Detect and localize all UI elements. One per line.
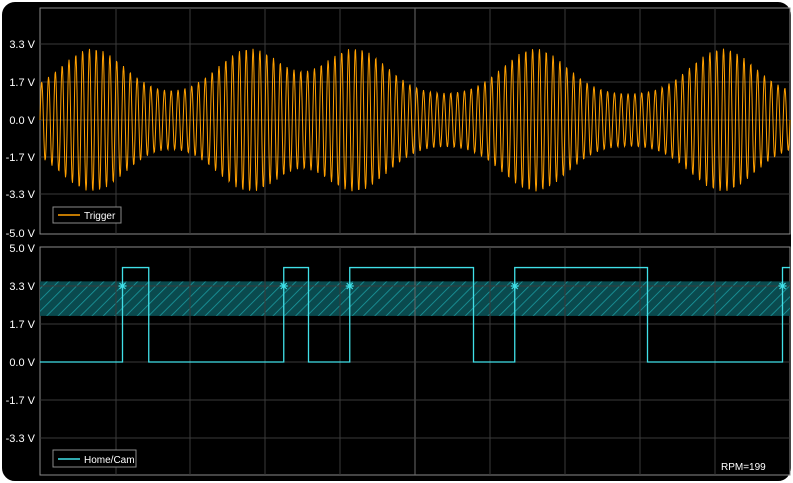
trigger-legend[interactable]: Trigger <box>52 206 122 224</box>
cam-edge-marker <box>279 282 288 290</box>
trigger-y-tick: -5.0 V <box>6 228 36 240</box>
cam-y-tick: 3.3 V <box>9 281 35 293</box>
trigger-y-tick: 3.3 V <box>9 39 35 51</box>
cam-y-tick: 5.0 V <box>9 243 35 255</box>
cam-y-tick: -1.7 V <box>6 395 36 407</box>
cam-y-tick: -3.3 V <box>6 433 36 445</box>
cam-legend-label: Home/Cam <box>84 455 135 466</box>
trigger-legend-label: Trigger <box>84 211 116 222</box>
trigger-y-tick: 1.7 V <box>9 77 35 89</box>
cam-edge-marker <box>510 282 519 290</box>
rpm-readout: RPM=199 <box>721 462 766 473</box>
cam-y-tick: 0.0 V <box>9 357 35 369</box>
trigger-y-tick: -3.3 V <box>6 189 36 201</box>
trigger-y-tick: -1.7 V <box>6 152 36 164</box>
cam-edge-marker <box>118 282 127 290</box>
cam-legend[interactable]: Home/Cam <box>52 449 137 468</box>
oscilloscope-view: 3.3 V 1.7 V 0.0 V -1.7 V -3.3 V -5.0 V T… <box>0 0 793 483</box>
trigger-y-tick: 0.0 V <box>9 115 35 127</box>
cam-edge-marker <box>778 282 787 290</box>
cam-y-tick: 1.7 V <box>9 319 35 331</box>
cam-edge-marker <box>345 282 354 290</box>
scope-frame <box>0 0 793 483</box>
